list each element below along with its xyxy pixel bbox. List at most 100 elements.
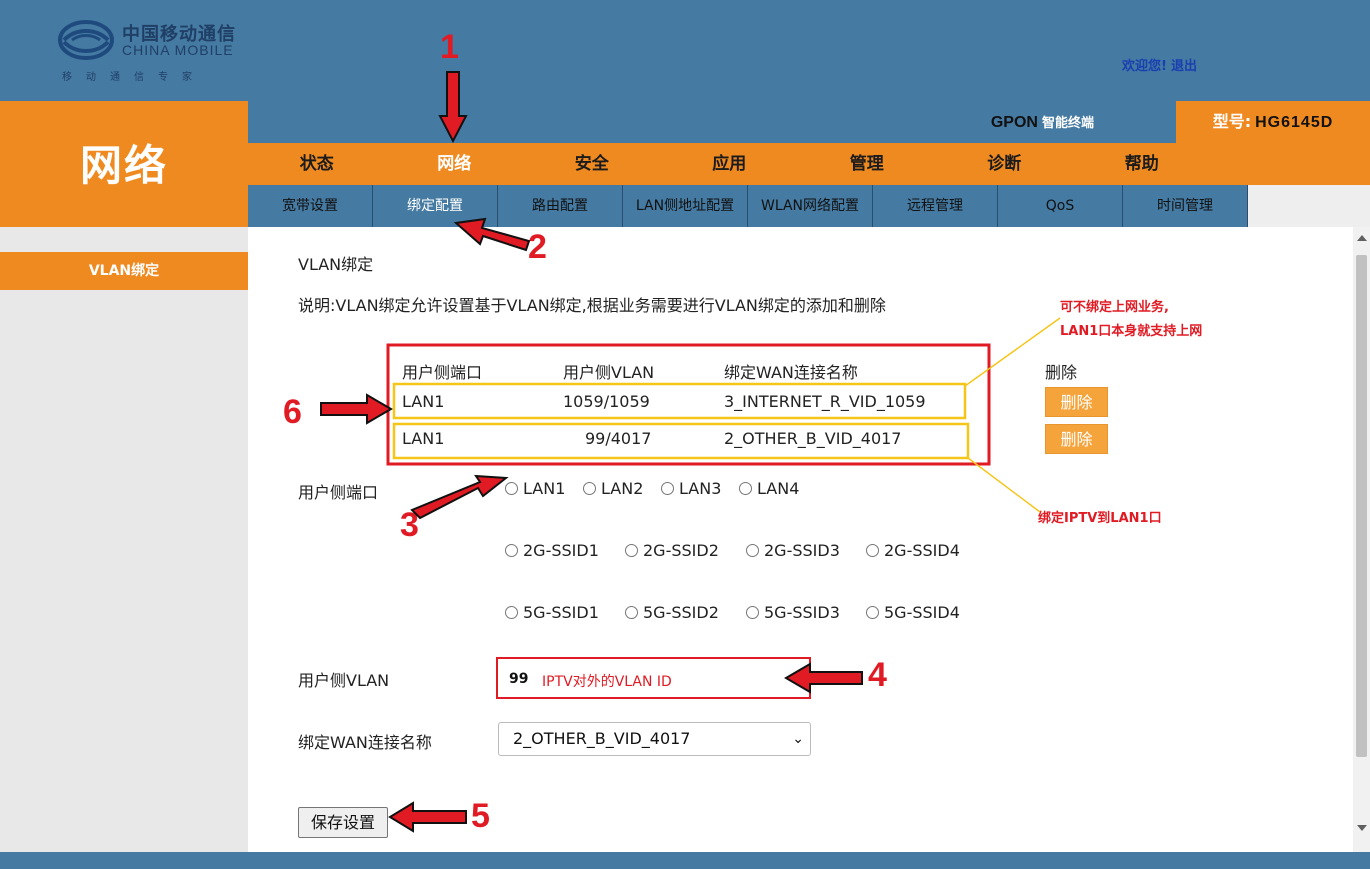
sidebar-item-vlan-binding[interactable]: VLAN绑定 <box>0 252 248 290</box>
radio-label: LAN4 <box>757 479 800 498</box>
row2-delete-button[interactable]: 删除 <box>1045 424 1108 454</box>
radio-circle-icon <box>625 606 638 619</box>
annotation-step-1: 1 <box>440 28 459 66</box>
sub-nav-qos[interactable]: QoS <box>998 185 1123 227</box>
welcome-text: 欢迎您! <box>1122 59 1167 74</box>
radio-label: 5G-SSID1 <box>523 603 599 622</box>
welcome-area: 欢迎您! 退出 <box>1122 55 1197 74</box>
model-label: 型号: <box>1212 112 1252 131</box>
vlan-input[interactable]: 99 IPTV对外的VLAN ID <box>496 657 811 699</box>
vlan-label: 用户侧VLAN <box>298 671 390 690</box>
header-bar: 中国移动通信 CHINA MOBILE 移动通信专家 欢迎您! 退出 <box>0 0 1370 101</box>
table-header-delete: 删除 <box>1045 363 1078 382</box>
radio-circle-icon <box>505 606 518 619</box>
scroll-thumb[interactable] <box>1356 255 1367 757</box>
radio-label: 2G-SSID4 <box>884 541 960 560</box>
annotation-step-5: 5 <box>471 797 490 835</box>
row1-wan: 3_INTERNET_R_VID_1059 <box>724 392 926 411</box>
radio-2g-ssid4[interactable]: 2G-SSID4 <box>866 541 960 560</box>
main-nav-security[interactable]: 安全 <box>523 143 661 185</box>
radio-5g-ssid3[interactable]: 5G-SSID3 <box>746 603 840 622</box>
main-nav-help[interactable]: 帮助 <box>1073 143 1211 185</box>
radio-circle-icon <box>625 544 638 557</box>
scroll-up-arrow-icon[interactable] <box>1357 235 1367 241</box>
sidebar <box>0 227 248 852</box>
sub-nav-filler <box>1248 185 1370 227</box>
radio-lan1[interactable]: LAN1 <box>505 479 565 498</box>
radio-label: LAN1 <box>523 479 566 498</box>
radio-label: 2G-SSID1 <box>523 541 599 560</box>
radio-circle-icon <box>739 482 752 495</box>
page-description: 说明:VLAN绑定允许设置基于VLAN绑定,根据业务需要进行VLAN绑定的添加和… <box>298 296 886 315</box>
row1-vlan: 1059/1059 <box>563 392 650 411</box>
wan-connection-select[interactable]: 2_OTHER_B_VID_4017 ⌄ <box>498 722 811 756</box>
row2-vlan: 99/4017 <box>585 429 652 448</box>
radio-circle-icon <box>746 544 759 557</box>
annotation-note-top-line1: 可不绑定上网业务, <box>1060 300 1169 315</box>
radio-label: LAN3 <box>679 479 722 498</box>
radio-circle-icon <box>505 544 518 557</box>
table-header-port: 用户侧端口 <box>402 363 483 382</box>
scrollbar[interactable] <box>1353 227 1370 852</box>
radio-circle-icon <box>866 544 879 557</box>
port-label: 用户侧端口 <box>298 483 379 502</box>
annotation-step-3: 3 <box>400 506 419 544</box>
radio-lan3[interactable]: LAN3 <box>661 479 721 498</box>
sub-nav-remote-management[interactable]: 远程管理 <box>873 185 998 227</box>
annotation-step-2: 2 <box>528 228 547 266</box>
logo-english-text: CHINA MOBILE <box>122 42 234 58</box>
radio-2g-ssid1[interactable]: 2G-SSID1 <box>505 541 599 560</box>
section-title-banner: 网络 <box>0 101 248 227</box>
main-nav-diagnosis[interactable]: 诊断 <box>936 143 1074 185</box>
annotation-note-top-line2: LAN1口本身就支持上网 <box>1060 324 1203 339</box>
row1-delete-button[interactable]: 删除 <box>1045 387 1108 417</box>
main-nav-management[interactable]: 管理 <box>798 143 936 185</box>
radio-2g-ssid2[interactable]: 2G-SSID2 <box>625 541 719 560</box>
main-nav-network[interactable]: 网络 <box>386 143 524 185</box>
radio-label: 2G-SSID3 <box>764 541 840 560</box>
logo-slogan: 移动通信专家 <box>62 72 206 83</box>
row2-port: LAN1 <box>402 429 445 448</box>
sub-nav-wlan[interactable]: WLAN网络配置 <box>748 185 873 227</box>
logout-link[interactable]: 退出 <box>1171 59 1197 74</box>
radio-label: 5G-SSID4 <box>884 603 960 622</box>
annotation-step-4: 4 <box>868 656 887 694</box>
scroll-down-arrow-icon[interactable] <box>1357 825 1367 831</box>
radio-circle-icon <box>505 482 518 495</box>
product-name: GPON 智能终端 <box>991 112 1094 132</box>
model-info: 型号: HG6145D <box>1176 101 1370 143</box>
radio-circle-icon <box>583 482 596 495</box>
radio-lan4[interactable]: LAN4 <box>739 479 799 498</box>
radio-label: 5G-SSID3 <box>764 603 840 622</box>
row1-port: LAN1 <box>402 392 445 411</box>
product-bar: GPON 智能终端 <box>248 101 1176 143</box>
radio-5g-ssid2[interactable]: 5G-SSID2 <box>625 603 719 622</box>
main-nav: 状态 网络 安全 应用 管理 诊断 帮助 <box>248 143 1370 185</box>
radio-5g-ssid4[interactable]: 5G-SSID4 <box>866 603 960 622</box>
table-header-vlan: 用户侧VLAN <box>563 363 655 382</box>
sub-nav: 宽带设置 绑定配置 路由配置 LAN侧地址配置 WLAN网络配置 远程管理 Qo… <box>248 185 1248 227</box>
sub-nav-binding[interactable]: 绑定配置 <box>373 185 498 227</box>
product-sub-text: 智能终端 <box>1041 115 1094 130</box>
model-value: HG6145D <box>1255 114 1334 131</box>
sub-nav-time-management[interactable]: 时间管理 <box>1123 185 1248 227</box>
footer-bar <box>0 852 1370 869</box>
save-button[interactable]: 保存设置 <box>298 807 388 838</box>
sub-nav-broadband[interactable]: 宽带设置 <box>248 185 373 227</box>
annotation-note-bottom: 绑定IPTV到LAN1口 <box>1038 511 1162 526</box>
main-nav-status[interactable]: 状态 <box>248 143 386 185</box>
radio-circle-icon <box>661 482 674 495</box>
sub-nav-routing[interactable]: 路由配置 <box>498 185 623 227</box>
radio-label: LAN2 <box>601 479 644 498</box>
radio-2g-ssid3[interactable]: 2G-SSID3 <box>746 541 840 560</box>
sub-nav-lan-address[interactable]: LAN侧地址配置 <box>623 185 748 227</box>
china-mobile-emblem-icon <box>58 20 114 60</box>
radio-circle-icon <box>866 606 879 619</box>
radio-5g-ssid1[interactable]: 5G-SSID1 <box>505 603 599 622</box>
radio-lan2[interactable]: LAN2 <box>583 479 643 498</box>
table-header-wan: 绑定WAN连接名称 <box>724 363 858 382</box>
main-nav-application[interactable]: 应用 <box>661 143 799 185</box>
wan-select-value: 2_OTHER_B_VID_4017 <box>513 729 691 748</box>
vlan-input-value: 99 <box>509 671 529 687</box>
chevron-down-icon: ⌄ <box>792 731 804 747</box>
